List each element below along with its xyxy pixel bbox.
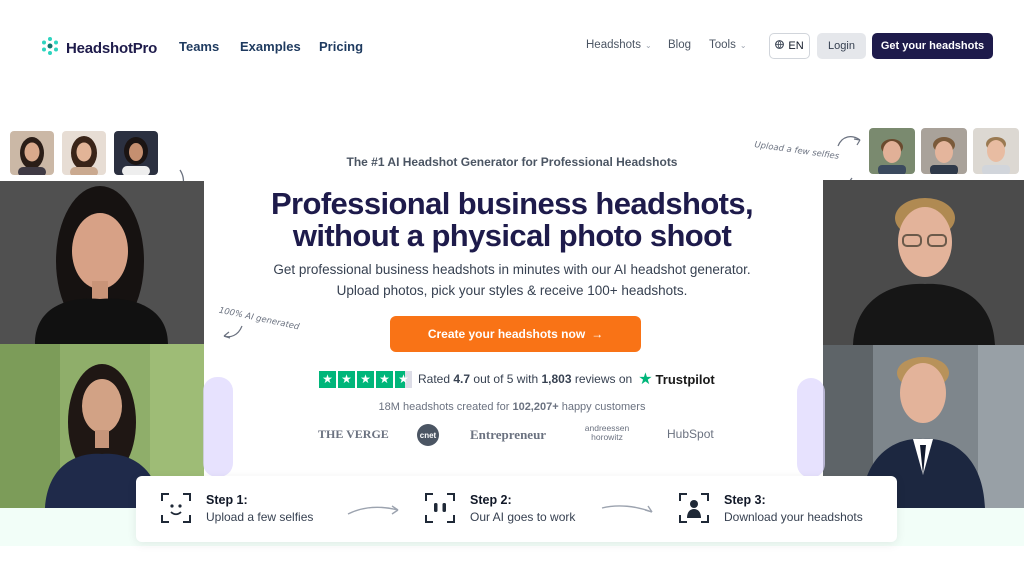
nav-link-blog[interactable]: Blog	[668, 39, 691, 51]
ai-scan-icon	[422, 490, 458, 526]
headline-line-1: Professional business headshots,	[270, 186, 754, 221]
hero-headline: Professional business headshots, without…	[200, 188, 824, 252]
star-icon: ★	[319, 370, 336, 388]
step-3: Step 3: Download your headshots	[676, 490, 863, 526]
language-label: EN	[788, 40, 804, 52]
rating-prefix: Rated	[418, 372, 451, 386]
star-icon: ★	[357, 370, 374, 388]
rating-text: Rated 4.7 out of 5 with 1,803 reviews on	[418, 372, 632, 386]
trustpilot-logo: ★ Trustpilot	[638, 369, 715, 389]
brand-name: HeadshotPro	[66, 40, 158, 57]
steps-card: Step 1: Upload a few selfies Step 2: Our…	[136, 476, 897, 542]
trustpilot-wordmark: Trustpilot	[655, 371, 715, 387]
press-logos: THE VERGE cnet Entrepreneur andreessen h…	[318, 424, 718, 446]
review-count: 1,803	[541, 372, 572, 386]
language-selector[interactable]: EN	[769, 33, 810, 59]
rating-mid: out of 5 with	[473, 372, 539, 386]
step-title: Step 1:	[206, 492, 248, 507]
globe-icon	[775, 40, 785, 52]
step-title: Step 2:	[470, 492, 512, 507]
chevron-down-icon: ⌄	[739, 40, 747, 50]
step-description: Upload a few selfies	[206, 509, 314, 524]
nav-dropdown-tools[interactable]: Tools ⌄	[709, 39, 747, 51]
person-frame-icon	[676, 490, 712, 526]
press-logo-a16z: andreessen horowitz	[584, 423, 630, 442]
customers-count: 102,207+	[512, 401, 559, 413]
step-text: Step 2: Our AI goes to work	[470, 493, 575, 524]
nav-link-examples[interactable]: Examples	[240, 39, 301, 54]
step-text: Step 1: Upload a few selfies	[206, 493, 313, 524]
rating-value: 4.7	[453, 372, 471, 386]
press-logo-entrepreneur: Entrepreneur	[470, 427, 547, 442]
arrow-right-icon: →	[591, 327, 604, 341]
customers-suffix: happy customers	[561, 401, 646, 413]
generated-headshot-photo	[0, 181, 204, 344]
step-description: Download your headshots	[724, 509, 863, 524]
cta-label: Create your headshots now	[427, 327, 586, 341]
face-scan-icon	[158, 490, 194, 526]
customer-stats: 18M headshots created for 102,207+ happy…	[0, 401, 1024, 413]
customers-prefix: 18M headshots created for	[378, 401, 510, 413]
rating-stars: ★ ★ ★ ★ ★	[319, 370, 412, 388]
hero-subtext: Get professional business headshots in m…	[273, 262, 751, 298]
step-arrow-icon	[346, 502, 402, 523]
trustpilot-star-icon: ★	[638, 371, 653, 388]
step-arrow-icon	[600, 502, 656, 523]
step-description: Our AI goes to work	[470, 509, 576, 524]
decorative-shape	[203, 377, 233, 477]
top-navigation: HeadshotPro Teams Examples Pricing Heads…	[0, 0, 1024, 92]
brand-logo[interactable]: HeadshotPro	[40, 36, 157, 61]
press-logo-the-verge: THE VERGE	[318, 427, 389, 441]
star-half-icon: ★	[395, 370, 412, 388]
logo-icon	[40, 36, 60, 61]
press-logo-cnet: cnet	[417, 424, 439, 446]
rating-suffix: reviews on	[574, 372, 633, 386]
step-text: Step 3: Download your headshots	[724, 493, 863, 524]
nav-link-teams[interactable]: Teams	[179, 39, 219, 54]
nav-dropdown-label: Tools	[709, 39, 736, 51]
chevron-down-icon: ⌄	[644, 40, 652, 50]
step-1: Step 1: Upload a few selfies	[158, 490, 313, 526]
star-icon: ★	[376, 370, 393, 388]
curved-arrow-icon	[222, 324, 246, 347]
nav-dropdown-headshots[interactable]: Headshots ⌄	[586, 39, 652, 51]
step-2: Step 2: Our AI goes to work	[422, 490, 575, 526]
curved-arrow-icon	[836, 134, 862, 155]
trustpilot-rating[interactable]: ★ ★ ★ ★ ★ Rated 4.7 out of 5 with 1,803 …	[319, 369, 715, 389]
hero-tagline: The #1 AI Headshot Generator for Profess…	[346, 155, 678, 169]
nav-link-pricing[interactable]: Pricing	[319, 39, 363, 54]
generated-headshot-photo	[823, 180, 1024, 345]
star-icon: ★	[338, 370, 355, 388]
step-title: Step 3:	[724, 492, 766, 507]
create-headshots-button[interactable]: Create your headshots now →	[390, 316, 641, 352]
nav-link-label: Blog	[668, 39, 692, 51]
decorative-shape	[797, 378, 825, 478]
press-logo-hubspot: HubSpot	[667, 427, 714, 441]
nav-dropdown-label: Headshots	[586, 39, 641, 51]
login-button[interactable]: Login	[817, 33, 866, 59]
get-headshots-button[interactable]: Get your headshots	[872, 33, 993, 59]
headline-line-2: without a physical photo shoot	[292, 218, 732, 253]
